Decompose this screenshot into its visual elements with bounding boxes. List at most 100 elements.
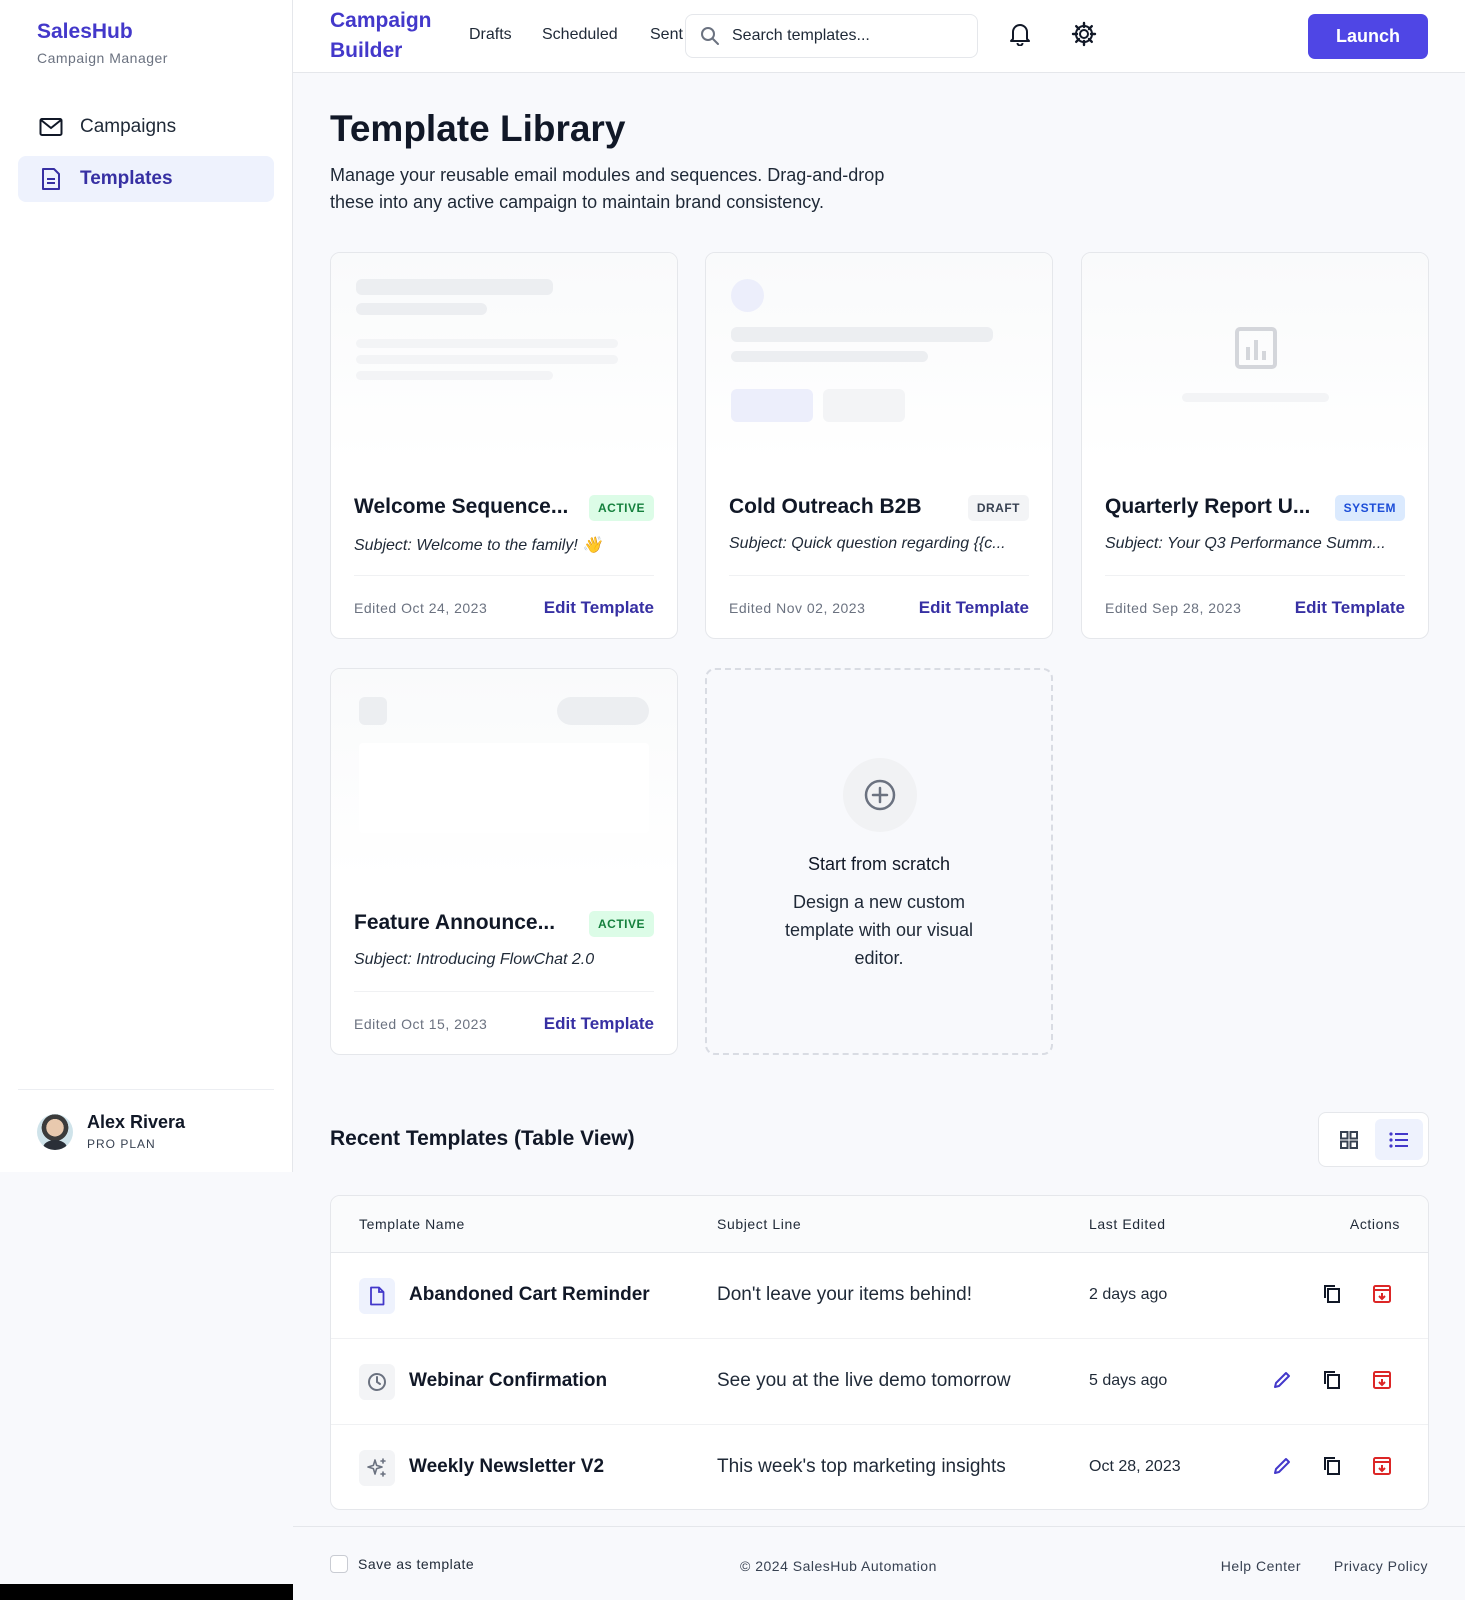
card-edited-date: Edited Nov 02, 2023 [729, 600, 866, 616]
card-subject: Subject: Introducing FlowChat 2.0 [354, 951, 595, 968]
card-title: Feature Announce... [354, 911, 556, 934]
tab-sent[interactable]: Sent [650, 26, 683, 44]
card-title: Quarterly Report U... [1105, 495, 1311, 518]
sidebar-item-templates[interactable]: Templates [18, 156, 274, 202]
row-subject: Don't leave your items behind! [717, 1284, 972, 1305]
card-preview [1082, 253, 1428, 463]
divider [354, 575, 654, 576]
gear-icon[interactable] [1067, 17, 1101, 51]
edit-template-link[interactable]: Edit Template [1295, 598, 1405, 618]
user-plan: PRO PLAN [87, 1137, 156, 1151]
status-badge: ACTIVE [588, 495, 654, 521]
copyright: © 2024 SalesHub Automation [740, 1558, 937, 1574]
divider [1105, 575, 1405, 576]
table-row[interactable]: Abandoned Cart Reminder Don't leave your… [331, 1253, 1428, 1339]
page-description: Manage your reusable email modules and s… [330, 165, 885, 212]
plus-circle-icon [843, 758, 917, 832]
table-header: Template Name Subject Line Last Edited A… [331, 1196, 1428, 1253]
pencil-icon[interactable] [1267, 1451, 1297, 1481]
search-box[interactable] [685, 14, 978, 58]
column-header: Subject Line [717, 1216, 802, 1232]
app-title: Campaign Builder [330, 9, 432, 62]
top-bar: Campaign Builder Drafts Scheduled Sent L… [293, 0, 1465, 73]
row-last-edited: 5 days ago [1089, 1372, 1168, 1389]
edit-template-link[interactable]: Edit Template [544, 598, 654, 618]
search-input[interactable] [732, 27, 952, 45]
template-card[interactable]: Welcome Sequence... ACTIVE Subject: Welc… [330, 252, 678, 639]
column-header: Template Name [359, 1216, 465, 1232]
tab-scheduled[interactable]: Scheduled [542, 26, 618, 44]
scratch-title: Start from scratch [807, 854, 951, 874]
brand: SalesHub Campaign Manager [37, 20, 168, 66]
card-title: Welcome Sequence... [354, 495, 569, 518]
tab-drafts[interactable]: Drafts [469, 26, 512, 44]
pencil-icon[interactable] [1267, 1365, 1297, 1395]
user-profile[interactable]: Alex Rivera PRO PLAN [37, 1112, 185, 1151]
privacy-policy-link[interactable]: Privacy Policy [1334, 1558, 1428, 1574]
page-title: Template Library [330, 108, 626, 149]
sidebar: SalesHub Campaign Manager Campaigns Temp… [0, 0, 293, 1172]
edit-template-link[interactable]: Edit Template [919, 598, 1029, 618]
archive-icon[interactable] [1367, 1451, 1397, 1481]
card-preview [331, 669, 677, 879]
template-card[interactable]: Cold Outreach B2B DRAFT Subject: Quick q… [705, 252, 1053, 639]
sidebar-item-label: Campaigns [80, 116, 177, 137]
status-badge: SYSTEM [1334, 495, 1405, 521]
template-card[interactable]: Feature Announce... ACTIVE Subject: Intr… [330, 668, 678, 1055]
row-template-name: Webinar Confirmation [409, 1370, 608, 1391]
save-template-label: Save as template [358, 1556, 475, 1572]
sparkle-icon [359, 1450, 395, 1486]
grid-view-icon[interactable] [1325, 1119, 1373, 1160]
card-subject: Subject: Quick question regarding {{c... [729, 535, 1006, 552]
card-title: Cold Outreach B2B [729, 495, 922, 518]
card-edited-date: Edited Oct 24, 2023 [354, 600, 488, 616]
list-view-icon[interactable] [1375, 1119, 1423, 1160]
avatar [37, 1113, 73, 1150]
help-center-link[interactable]: Help Center [1221, 1558, 1301, 1574]
divider [729, 575, 1029, 576]
row-template-name: Abandoned Cart Reminder [409, 1284, 650, 1305]
bell-icon[interactable] [1003, 17, 1037, 51]
document-icon [38, 166, 64, 192]
search-icon [700, 25, 722, 47]
sidebar-item-label: Templates [80, 168, 173, 189]
copy-icon[interactable] [1317, 1451, 1347, 1481]
table-row[interactable]: Webinar Confirmation See you at the live… [331, 1339, 1428, 1425]
card-edited-date: Edited Sep 28, 2023 [1105, 600, 1242, 616]
brand-name: SalesHub [37, 20, 133, 43]
archive-icon[interactable] [1367, 1279, 1397, 1309]
save-as-template[interactable]: Save as template [330, 1555, 474, 1573]
launch-button[interactable]: Launch [1308, 14, 1428, 59]
column-header: Actions [1349, 1216, 1400, 1232]
edit-template-link[interactable]: Edit Template [544, 1014, 654, 1034]
sidebar-item-campaigns[interactable]: Campaigns [18, 104, 274, 150]
template-card[interactable]: Quarterly Report U... SYSTEM Subject: Yo… [1081, 252, 1429, 639]
user-name: Alex Rivera [87, 1112, 186, 1132]
divider [18, 1089, 274, 1090]
status-badge: ACTIVE [588, 911, 654, 937]
row-template-name: Weekly Newsletter V2 [409, 1456, 605, 1477]
document-icon [359, 1278, 395, 1314]
divider [354, 991, 654, 992]
templates-table: Template Name Subject Line Last Edited A… [330, 1195, 1429, 1510]
card-preview [331, 253, 677, 463]
row-subject: See you at the live demo tomorrow [717, 1370, 1011, 1391]
copy-icon[interactable] [1317, 1279, 1347, 1309]
view-toggle [1318, 1112, 1429, 1167]
column-header: Last Edited [1089, 1216, 1166, 1232]
card-subject: Subject: Your Q3 Performance Summ... [1105, 535, 1386, 552]
footer: Save as template © 2024 SalesHub Automat… [293, 1526, 1465, 1600]
scratch-description: Design a new custom template with our vi… [784, 892, 974, 968]
archive-icon[interactable] [1367, 1365, 1397, 1395]
row-subject: This week's top marketing insights [717, 1456, 1006, 1477]
row-last-edited: Oct 28, 2023 [1089, 1458, 1181, 1475]
copy-icon[interactable] [1317, 1365, 1347, 1395]
brand-subtitle: Campaign Manager [37, 50, 168, 66]
table-row[interactable]: Weekly Newsletter V2 This week's top mar… [331, 1425, 1428, 1509]
status-badge: DRAFT [967, 495, 1029, 521]
new-template-card[interactable]: Start from scratch Design a new custom t… [705, 668, 1053, 1055]
clock-icon [359, 1364, 395, 1400]
save-template-checkbox[interactable] [330, 1555, 348, 1573]
mail-icon [38, 114, 64, 140]
chart-icon [1235, 327, 1277, 374]
